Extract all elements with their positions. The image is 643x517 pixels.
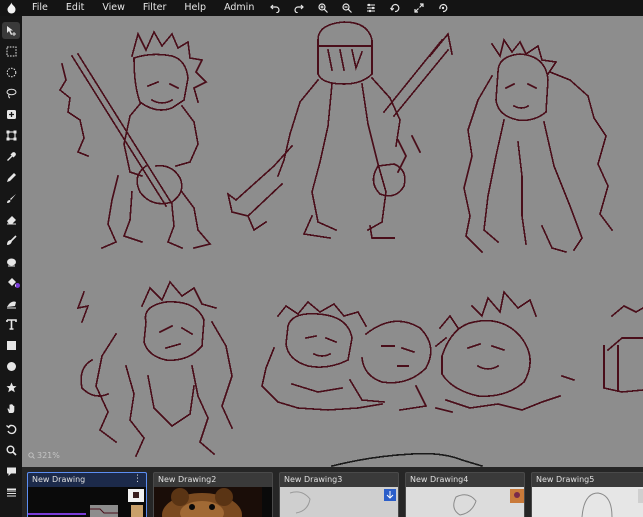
tool-panel (0, 16, 22, 517)
drawing-thumbnail (532, 487, 643, 517)
drawing-tab-4[interactable]: New Drawing4 (405, 472, 525, 517)
drawing-tab-title: New Drawing (32, 475, 86, 484)
comment-tool-icon[interactable] (2, 463, 20, 480)
sketch-stroke (331, 452, 483, 467)
drawing-tab-5[interactable]: New Drawing5 (531, 472, 643, 517)
menu-help[interactable]: Help (175, 0, 215, 16)
redo-icon[interactable] (287, 0, 311, 16)
app-logo[interactable] (0, 0, 22, 16)
rotate-icon[interactable] (383, 0, 407, 16)
menu-view[interactable]: View (93, 0, 134, 16)
rotate-view-tool-icon[interactable] (2, 421, 20, 438)
fullscreen-icon[interactable] (407, 0, 431, 16)
sketch-character-3 (463, 38, 614, 254)
hand-tool-icon[interactable] (2, 400, 20, 417)
move-tool-icon[interactable] (2, 22, 20, 39)
drawing-tab-title: New Drawing5 (536, 475, 595, 484)
lasso-select-tool-icon[interactable] (2, 85, 20, 102)
eraser-tool-icon[interactable] (2, 211, 20, 228)
drawing-tab-3[interactable]: New Drawing3 (279, 472, 399, 517)
more-options-icon[interactable]: ⋮ (133, 474, 142, 484)
drawing-tab-title: New Drawing4 (410, 475, 469, 484)
drawing-thumbnail (280, 487, 398, 517)
brush-tool-icon[interactable] (2, 190, 20, 207)
text-tool-icon[interactable] (2, 316, 20, 333)
sketch-character-7 (603, 305, 643, 393)
drawings-strip: New Drawing ⋮ New Drawing2 New Drawing3 … (22, 467, 643, 517)
ellipse-tool-icon[interactable] (2, 358, 20, 375)
star-tool-icon[interactable] (2, 379, 20, 396)
rectangle-tool-icon[interactable] (2, 337, 20, 354)
drawing-thumbnail (28, 487, 146, 517)
menu-file[interactable]: File (22, 0, 57, 16)
sketch-character-4 (76, 280, 234, 458)
fill-tool-icon[interactable] (2, 274, 20, 291)
drawing-canvas[interactable]: 321% (22, 16, 643, 467)
blur-tool-icon[interactable] (2, 253, 20, 270)
rect-select-tool-icon[interactable] (2, 43, 20, 60)
layers-tool-icon[interactable] (2, 484, 20, 501)
drawing-tab-title: New Drawing3 (284, 475, 343, 484)
ellipse-select-tool-icon[interactable] (2, 64, 20, 81)
menu-admin[interactable]: Admin (215, 0, 263, 16)
eyedropper-tool-icon[interactable] (2, 148, 20, 165)
resize-icon[interactable] (431, 0, 455, 16)
drawing-tab-title: New Drawing2 (158, 475, 217, 484)
gradient-tool-icon[interactable] (2, 295, 20, 312)
drawing-thumbnail (154, 487, 272, 517)
sketch-character-6 (434, 290, 576, 413)
menu-filter[interactable]: Filter (134, 0, 176, 16)
zoom-level: 321% (37, 451, 60, 460)
sketch-character-5 (261, 300, 432, 411)
drawing-tab-2[interactable]: New Drawing2 (153, 472, 273, 517)
undo-icon[interactable] (263, 0, 287, 16)
adjust-icon[interactable] (359, 0, 383, 16)
drawing-tab-1[interactable]: New Drawing ⋮ (27, 472, 147, 517)
smudge-tool-icon[interactable] (2, 232, 20, 249)
menu-edit[interactable]: Edit (57, 0, 93, 16)
menu-bar: File Edit View Filter Help Admin (0, 0, 643, 16)
zoom-tool-icon[interactable] (2, 442, 20, 459)
sketch-character-1 (58, 30, 212, 250)
transform-tool-icon[interactable] (2, 127, 20, 144)
pencil-tool-icon[interactable] (2, 169, 20, 186)
sketch-character-2 (226, 21, 453, 239)
drawing-thumbnail (406, 487, 524, 517)
canvas-artwork (58, 21, 643, 467)
magnifier-icon (28, 452, 35, 459)
zoom-out-icon[interactable] (335, 0, 359, 16)
zoom-indicator[interactable]: 321% (28, 451, 60, 460)
zoom-in-icon[interactable] (311, 0, 335, 16)
app-window: File Edit View Filter Help Admin 321% Ne… (0, 0, 643, 517)
crop-tool-icon[interactable] (2, 106, 20, 123)
